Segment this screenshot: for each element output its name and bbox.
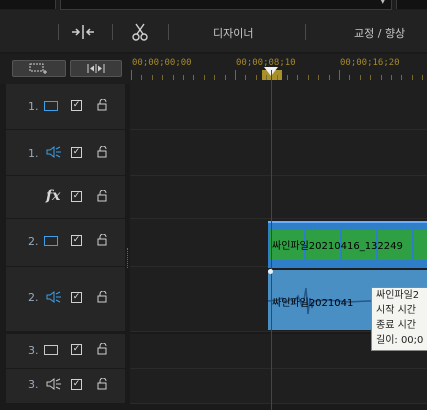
ruler-tick bbox=[224, 75, 226, 80]
ruler-tick bbox=[193, 75, 195, 80]
ruler-timecode: 00;00;00;00 bbox=[132, 58, 192, 68]
lock-open-icon[interactable] bbox=[96, 146, 108, 158]
track-enable-checkbox[interactable]: ✓ bbox=[71, 191, 82, 202]
ruler-tick bbox=[411, 75, 413, 80]
audio-clip-label: 싸인파일2021041 bbox=[272, 298, 354, 309]
track-number: 1. bbox=[28, 100, 39, 113]
video-track-icon bbox=[44, 236, 58, 246]
dropdown-select[interactable]: ▾ bbox=[60, 0, 392, 10]
lock-open-icon[interactable] bbox=[96, 378, 108, 390]
ruler-tick bbox=[203, 75, 205, 80]
ruler-tick bbox=[318, 75, 320, 80]
panel-resize-handle[interactable] bbox=[127, 248, 130, 268]
tooltip-line: 시작 시간 bbox=[376, 305, 416, 316]
ruler-tick bbox=[307, 75, 309, 80]
clip-tooltip: 싸인파일2 시작 시간 종료 시간 길이: 00;0 bbox=[371, 287, 427, 351]
track-enable-checkbox[interactable]: ✓ bbox=[71, 379, 82, 390]
ruler-tick bbox=[422, 75, 424, 80]
ruler-tick bbox=[172, 75, 174, 80]
fit-timeline-button[interactable] bbox=[70, 60, 122, 77]
tooltip-line: 싸인파일2 bbox=[376, 290, 420, 301]
audio-track-icon bbox=[46, 146, 61, 158]
ruler-tick bbox=[359, 75, 361, 80]
track-enable-checkbox[interactable]: ✓ bbox=[71, 100, 82, 111]
ruler-tick bbox=[401, 75, 403, 80]
tooltip-line: 길이: 00;0 bbox=[376, 335, 424, 346]
ruler-tick bbox=[297, 75, 299, 80]
ruler-tick bbox=[370, 75, 372, 80]
clip-edge-handle[interactable] bbox=[268, 269, 273, 274]
lock-open-icon[interactable] bbox=[96, 343, 108, 355]
track-enable-checkbox[interactable]: ✓ bbox=[71, 344, 82, 355]
track-enable-checkbox[interactable]: ✓ bbox=[71, 292, 82, 303]
ruler-tick bbox=[235, 70, 236, 80]
ruler-tick bbox=[255, 75, 257, 80]
track-header-fx: fx ✓ bbox=[6, 176, 125, 219]
tooltip-line: 종료 시간 bbox=[376, 320, 416, 331]
track-enable-checkbox[interactable]: ✓ bbox=[71, 235, 82, 246]
fx-icon: fx bbox=[46, 188, 61, 204]
ruler-tick bbox=[380, 75, 382, 80]
toolbar-divider bbox=[112, 24, 113, 40]
split-icon[interactable] bbox=[70, 24, 96, 40]
lock-open-icon[interactable] bbox=[96, 99, 108, 111]
playhead-line[interactable] bbox=[271, 70, 272, 410]
track-lane-audio-1[interactable] bbox=[130, 130, 427, 176]
track-header-video-2: 2. ✓ bbox=[6, 219, 125, 267]
lock-open-icon[interactable] bbox=[96, 234, 108, 246]
track-number: 1. bbox=[28, 147, 39, 160]
toolbar-divider bbox=[58, 24, 59, 40]
track-number: 3. bbox=[28, 344, 39, 357]
video-track-icon bbox=[44, 101, 58, 111]
track-number: 2. bbox=[28, 291, 39, 304]
ruler-tick bbox=[151, 75, 153, 80]
add-track-icon bbox=[29, 63, 47, 74]
ruler-tick bbox=[276, 75, 278, 80]
track-header-video-3: 3. ✓ bbox=[6, 334, 125, 369]
ruler-tick bbox=[183, 75, 184, 80]
ruler-tick bbox=[349, 75, 351, 80]
track-lane-video-1[interactable] bbox=[130, 84, 427, 130]
track-header-audio-3: 3. ✓ bbox=[6, 369, 125, 404]
track-lane-fx[interactable] bbox=[130, 176, 427, 219]
clip-thumbnail bbox=[414, 230, 427, 260]
video-track-icon bbox=[44, 345, 58, 355]
ruler-tick bbox=[162, 75, 164, 80]
ruler-tick bbox=[391, 75, 392, 80]
ruler-tick bbox=[141, 75, 143, 80]
scissors-icon[interactable] bbox=[131, 23, 149, 41]
video-clip[interactable]: 싸인파일20210416_132249 bbox=[268, 221, 427, 268]
track-header-video-1: 1. ✓ bbox=[6, 84, 125, 130]
track-header-audio-2: 2. ✓ bbox=[6, 267, 125, 332]
correction-enhance-button[interactable]: 교정 / 향상 bbox=[354, 25, 405, 41]
fit-icon bbox=[87, 64, 105, 73]
lock-open-icon[interactable] bbox=[96, 291, 108, 303]
toolbar-divider bbox=[305, 24, 306, 40]
track-lane-audio-3[interactable] bbox=[130, 369, 427, 404]
audio-track-icon bbox=[46, 291, 61, 303]
toolbar-divider bbox=[168, 24, 169, 40]
ruler-tick bbox=[339, 70, 340, 80]
add-track-button[interactable] bbox=[12, 60, 66, 77]
ruler-tick bbox=[328, 75, 330, 80]
ruler-tick bbox=[214, 75, 216, 80]
ruler-tick bbox=[245, 75, 247, 80]
ruler-timecode: 00;00;16;20 bbox=[340, 58, 400, 68]
track-enable-checkbox[interactable]: ✓ bbox=[71, 147, 82, 158]
designer-button[interactable]: 디자이너 bbox=[213, 25, 253, 41]
track-number: 3. bbox=[28, 378, 39, 391]
track-number: 2. bbox=[28, 235, 39, 248]
lock-open-icon[interactable] bbox=[96, 190, 108, 202]
ruler-tick bbox=[287, 75, 288, 80]
ruler-tick bbox=[131, 70, 132, 80]
left-panel-edge bbox=[0, 0, 56, 9]
ruler-tick bbox=[266, 75, 268, 80]
video-clip-label: 싸인파일20210416_132249 bbox=[272, 241, 403, 252]
right-panel-edge bbox=[396, 0, 427, 9]
caret-down-icon[interactable]: ▾ bbox=[380, 0, 385, 7]
track-header-audio-1: 1. ✓ bbox=[6, 130, 125, 176]
audio-track-icon bbox=[46, 378, 61, 390]
